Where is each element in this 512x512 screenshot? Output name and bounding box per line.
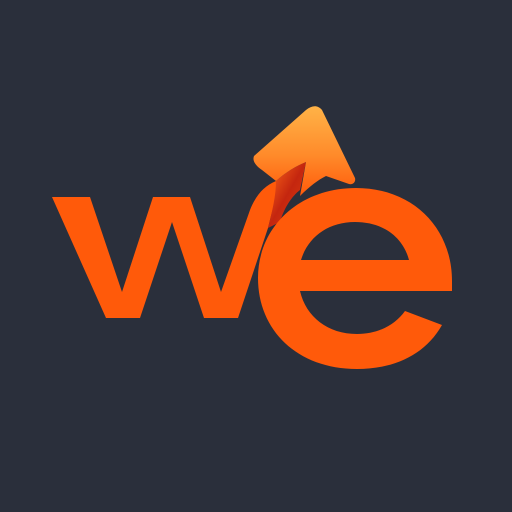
letter-w-shape bbox=[52, 179, 282, 318]
app-icon bbox=[0, 0, 512, 512]
we-logo-icon bbox=[52, 106, 452, 369]
letter-e-shape bbox=[258, 188, 452, 369]
up-arrow-icon bbox=[253, 106, 356, 196]
